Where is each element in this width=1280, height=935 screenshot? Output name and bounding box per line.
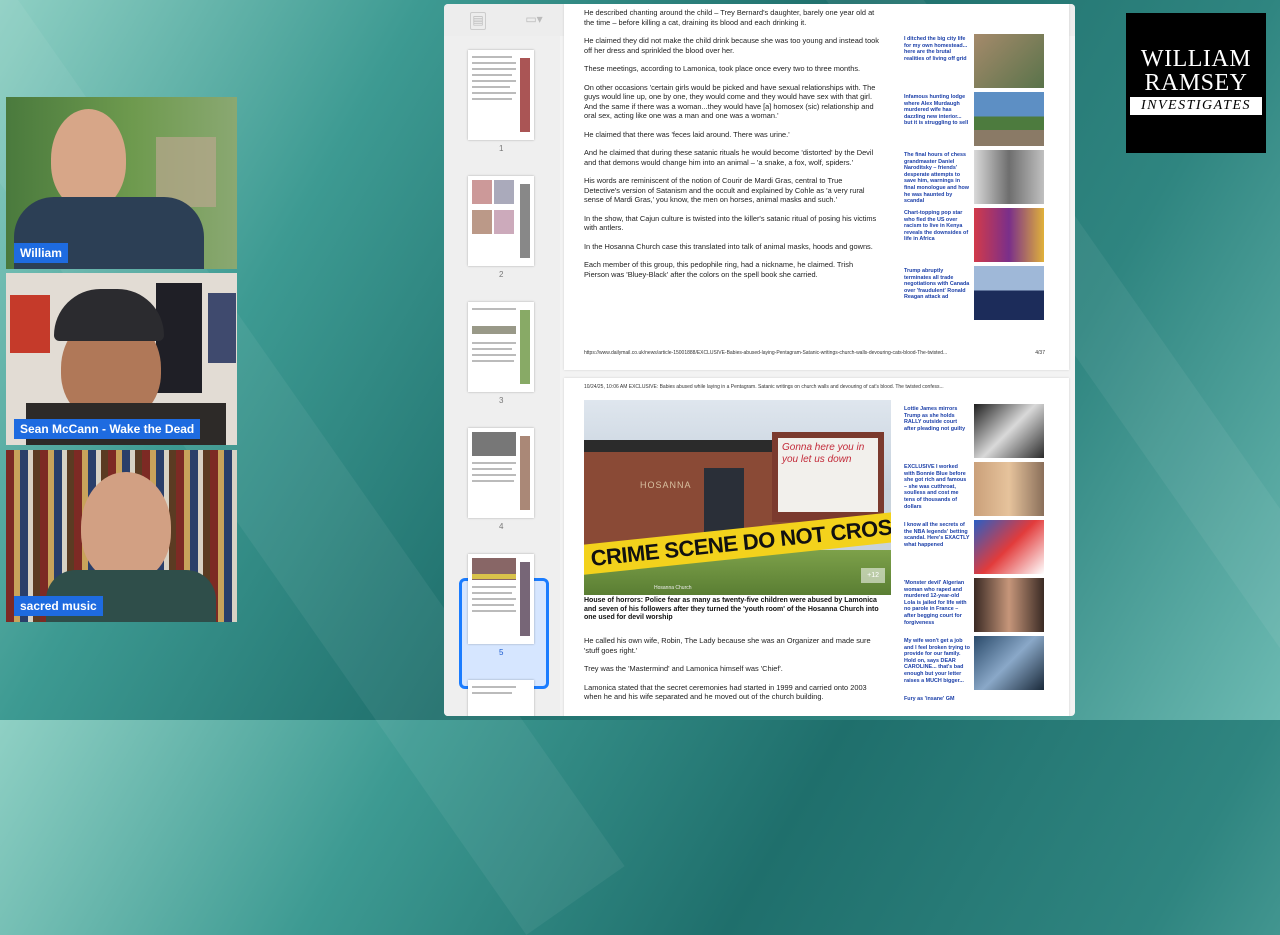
article-paragraph: His words are reminiscent of the notion …	[584, 176, 865, 204]
video-tile-william[interactable]: William	[6, 97, 237, 269]
participant-name-tag: sacred music	[14, 596, 103, 616]
logo-line: WILLIAM	[1140, 46, 1252, 72]
article-paragraph: He called his own wife, Robin, The Lady …	[584, 636, 871, 655]
related-article[interactable]: Chart-topping pop star who fled the US o…	[904, 208, 1049, 262]
related-article-title: Chart-topping pop star who fled the US o…	[904, 210, 969, 243]
related-articles: Lottie James mirrors Trump as she holds …	[904, 404, 1049, 712]
page-thumbnail[interactable]	[468, 680, 534, 716]
pdf-page: 10/24/25, 10:06 AM EXCLUSIVE: Babies abu…	[564, 378, 1069, 716]
sidebar-toggle-icon[interactable]: ▤	[470, 12, 486, 30]
brand-logo: WILLIAM RAMSEY INVESTIGATES	[1126, 13, 1266, 153]
logo-line: INVESTIGATES	[1130, 97, 1262, 115]
page-thumbnail[interactable]	[468, 302, 534, 392]
related-article-image	[974, 462, 1044, 516]
article-paragraph: He claimed that there was 'feces laid ar…	[584, 129, 790, 139]
participant-video	[51, 109, 126, 209]
participant-name-tag: Sean McCann - Wake the Dead	[14, 419, 201, 439]
photo-caption: House of horrors: Police fear as many as…	[584, 597, 879, 621]
related-article-title: I know all the secrets of the NBA legend…	[904, 522, 970, 548]
view-menu-icon[interactable]: ▭▾	[524, 12, 544, 28]
participant-video	[81, 472, 171, 582]
related-article-title: EXCLUSIVE I worked with Bonnie Blue befo…	[904, 464, 967, 510]
participant-cap	[54, 289, 164, 341]
article-paragraph: He described chanting around the child –…	[584, 8, 875, 27]
related-article-title: The final hours of chess grandmaster Dan…	[904, 152, 969, 205]
article-paragraph: Lamonica stated that the secret ceremoni…	[584, 682, 867, 702]
sign-board: Gonna here you in you let us down	[772, 432, 884, 522]
related-article-image	[974, 150, 1044, 204]
page-thumbnail[interactable]	[468, 50, 534, 140]
related-article-image	[974, 636, 1044, 690]
page-header: 10/24/25, 10:06 AM EXCLUSIVE: Babies abu…	[584, 384, 944, 390]
article-paragraph: In the show, that Cajun culture is twist…	[584, 213, 877, 233]
thumbnail-number: 4	[499, 522, 504, 531]
page-thumbnail[interactable]	[468, 554, 534, 644]
photo-credit: Hosanna Church	[654, 585, 692, 591]
article-text: He described chanting around the child –…	[584, 8, 879, 288]
page-thumbnail[interactable]	[468, 428, 534, 518]
thumbnail-number: 1	[499, 144, 504, 153]
article-paragraph: On other occasions 'certain girls would …	[584, 82, 876, 121]
poster	[10, 295, 50, 353]
related-article[interactable]: I know all the secrets of the NBA legend…	[904, 520, 1049, 574]
related-article-title: Infamous hunting lodge where Alex Murdau…	[904, 94, 969, 127]
related-article-image	[974, 266, 1044, 320]
article-paragraph: In the Hosanna Church case this translat…	[584, 241, 873, 251]
thumbnail-number: 3	[499, 396, 504, 405]
related-article-title: Trump abruptly terminates all trade nego…	[904, 268, 970, 301]
thumbnail-number: 5	[499, 648, 504, 657]
related-article[interactable]: Lottie James mirrors Trump as she holds …	[904, 404, 1049, 458]
related-article[interactable]: Trump abruptly terminates all trade nego…	[904, 266, 1049, 320]
poster	[208, 293, 236, 363]
page-footer-number: 4/37	[1035, 350, 1045, 356]
article-paragraph: Trey was the 'Mastermind' and Lamonica h…	[584, 664, 783, 673]
article-paragraph: These meetings, according to Lamonica, t…	[584, 64, 861, 73]
article-text: He called his own wife, Robin, The Lady …	[584, 636, 879, 711]
related-article-title: My wife won't get a job and I feel broke…	[904, 638, 970, 684]
related-article-image	[974, 578, 1044, 632]
logo-line: RAMSEY	[1144, 70, 1248, 96]
related-article-image	[974, 520, 1044, 574]
page-footer-url: https://www.dailymail.co.uk/news/article…	[584, 350, 948, 356]
related-article[interactable]: EXCLUSIVE I worked with Bonnie Blue befo…	[904, 462, 1049, 516]
page-thumbnail[interactable]	[468, 176, 534, 266]
related-article-title: 'Monster devil' Algerian woman who raped…	[904, 580, 967, 626]
related-articles: I ditched the big city life for my own h…	[904, 34, 1049, 324]
article-photo: Hosanna Gonna here you in you let us dow…	[584, 400, 891, 595]
related-article-title: Fury as 'insane' GM	[904, 696, 955, 702]
related-article-image	[974, 404, 1044, 458]
pdf-page: He described chanting around the child –…	[564, 4, 1069, 370]
article-paragraph: And he claimed that during these satanic…	[584, 148, 874, 167]
related-article[interactable]: My wife won't get a job and I feel broke…	[904, 636, 1049, 690]
video-tile-sean[interactable]: Sean McCann - Wake the Dead	[6, 273, 237, 445]
church-name: Hosanna	[640, 480, 692, 490]
thumbnail-number: 2	[499, 270, 504, 279]
participant-name-tag: William	[14, 243, 68, 263]
related-article[interactable]: 'Monster devil' Algerian woman who raped…	[904, 578, 1049, 632]
related-article[interactable]: Fury as 'insane' GM	[904, 694, 1049, 708]
related-article[interactable]: The final hours of chess grandmaster Dan…	[904, 150, 1049, 204]
related-article-image	[974, 92, 1044, 146]
pdf-viewer-window: ▤ ▭▾ ⊖ ⊕ ⌕ ✎▾ ▢ ⤾ ✍ ◎ ⇪ ⌕ 1 2	[444, 4, 1075, 716]
related-article-title: Lottie James mirrors Trump as she holds …	[904, 406, 966, 432]
related-article-image	[974, 34, 1044, 88]
sign-board-text: Gonna here you in you let us down	[778, 438, 878, 512]
gallery-count-badge[interactable]: +12	[861, 568, 885, 583]
thumbnail-sidebar: 1 2 3 4 5	[444, 36, 560, 716]
related-article-image	[974, 208, 1044, 262]
related-article-title: I ditched the big city life for my own h…	[904, 36, 968, 62]
related-article[interactable]: I ditched the big city life for my own h…	[904, 34, 1049, 88]
article-paragraph: He claimed they did not make the child d…	[584, 36, 879, 55]
related-article[interactable]: Infamous hunting lodge where Alex Murdau…	[904, 92, 1049, 146]
article-paragraph: Each member of this group, this pedophil…	[584, 260, 854, 279]
video-tile-sacred-music[interactable]: sacred music	[6, 450, 237, 622]
